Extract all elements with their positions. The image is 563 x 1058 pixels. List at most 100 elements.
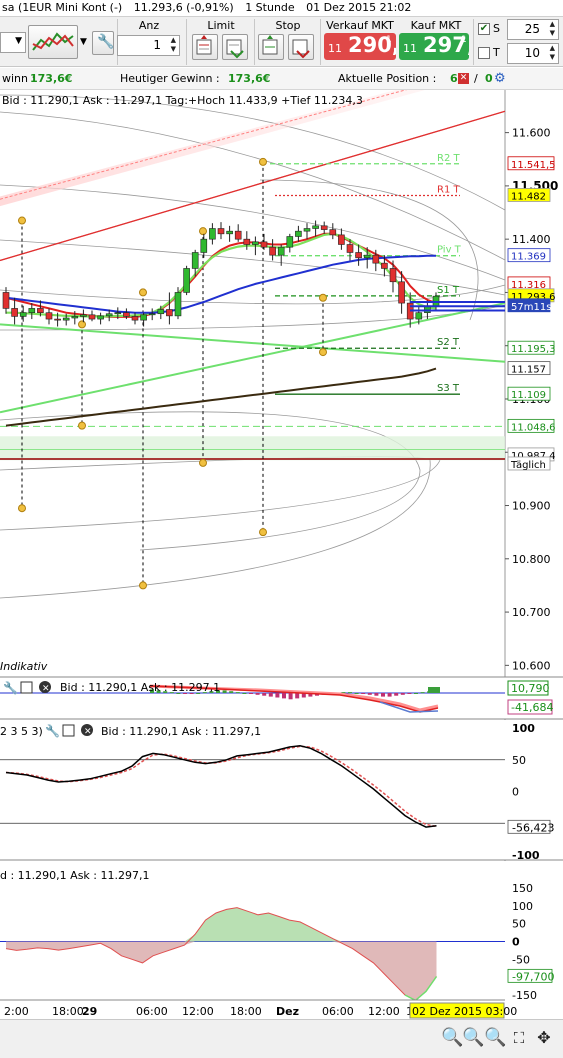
macd-histogram-bar [374, 693, 379, 696]
time-tick-label: 06:00 [136, 1005, 168, 1018]
time-axis[interactable]: 2:0018:002906:0012:0018:00Dez06:0012:001… [0, 999, 563, 1019]
buy-price-pip: 1 [461, 35, 467, 45]
limit-buy-icon [196, 35, 212, 55]
candle-body [372, 254, 380, 264]
macd-tag-bottom: -41,684 [511, 701, 553, 714]
candle-body [252, 241, 259, 245]
bottom-toolbar: 🔍 🔍 🔍 ⛶ ✥ [0, 1019, 563, 1058]
limit-buy-button[interactable] [192, 34, 218, 60]
stoch-tick-label: -100 [512, 849, 540, 862]
time-tick-label: 12:00 [368, 1005, 400, 1018]
zoom-fit-icon[interactable]: 🔍 [462, 1028, 484, 1050]
stepper-arrows-icon[interactable]: ▲ ▼ [550, 44, 555, 62]
instrument-dropdown[interactable]: ▼ [0, 32, 26, 53]
candle-body [355, 252, 362, 259]
stoch-tick-label: 0 [512, 786, 519, 799]
stop-buy-button[interactable] [258, 34, 284, 60]
candle-body [320, 225, 328, 230]
chart-type-button[interactable] [28, 25, 78, 59]
limit-label: Limit [207, 19, 235, 32]
candle-body [226, 230, 233, 235]
price-tag-text: 57m11s [511, 302, 551, 313]
fullscreen-icon[interactable]: ⛶ [508, 1028, 530, 1050]
price-axis[interactable] [505, 90, 563, 676]
macd-histogram-bar [428, 687, 432, 693]
y-tick-label: 10.700 [512, 606, 551, 619]
candle-body [277, 246, 285, 256]
oscillator-panel[interactable]: d : 11.290,1 Ask : 11.297,1 150 100 50 0 -50… [0, 861, 563, 1009]
y-tick-label: 10.600 [512, 659, 551, 672]
anz-value: 1 [153, 38, 161, 52]
s-checkbox[interactable]: ✔ [478, 23, 490, 35]
macd-histogram-bar [275, 693, 280, 698]
macd-histogram-bar [229, 691, 234, 693]
s-value-stepper[interactable]: 25 ▲ ▼ [507, 19, 559, 40]
svg-text:✕: ✕ [42, 684, 50, 694]
time-tick-label: 18:00 [230, 1005, 262, 1018]
candle-body [234, 230, 242, 240]
chart-area[interactable]: R2 TR1 TPiv TS1 TS2 TS3 T11.60011.50011.… [0, 90, 563, 1019]
t-checkbox[interactable] [478, 47, 490, 59]
instrument-name: sa (1EUR Mini Kont (-) [2, 1, 123, 14]
candle-body [148, 313, 156, 316]
candle-body [286, 236, 294, 248]
fib-marker [18, 504, 26, 513]
s-value: 25 [524, 22, 540, 36]
y-tick-label: 11.400 [512, 233, 551, 246]
pivot-label-r2: R2 T [437, 153, 460, 164]
t-value-stepper[interactable]: 10 ▲ ▼ [507, 43, 559, 64]
macd-histogram-bar [295, 693, 300, 699]
fib-marker [78, 320, 86, 329]
candle-body [312, 225, 319, 229]
macd-histogram-bar [432, 687, 436, 693]
zoom-in-icon[interactable]: 🔍 [441, 1028, 463, 1050]
wrench-icon[interactable]: 🔧 [3, 680, 18, 695]
chart-type-icon [32, 32, 74, 51]
candle-body [381, 262, 388, 269]
candle-body [303, 228, 311, 232]
time-tick-label: 2:00 [4, 1005, 29, 1018]
maximize-icon[interactable] [62, 724, 75, 737]
macd-panel[interactable]: 🔧 ✕ Bid : 11.290,1 Ask : 11.297,1 10,790… [0, 676, 563, 720]
anz-quantity-stepper[interactable]: 1 ▲ ▼ [117, 35, 180, 56]
candle-body [157, 309, 165, 315]
candle-body [389, 268, 397, 283]
stepper-arrows-icon[interactable]: ▲ ▼ [171, 36, 176, 54]
wrench-icon[interactable]: 🔧 [45, 723, 60, 738]
candle-body [363, 254, 371, 259]
stoch-tick-label: -56,423 [512, 821, 554, 834]
today-gain-value: 173,6€ [228, 72, 271, 85]
candle-body [191, 252, 199, 269]
sell-market-button[interactable]: 11 290, 1 [324, 33, 396, 60]
svg-text:✕: ✕ [84, 727, 92, 737]
pivot-label-piv: Piv T [437, 245, 462, 256]
move-icon[interactable]: ✥ [533, 1028, 555, 1050]
candle-body [37, 308, 44, 313]
pivot-label-s1: S1 T [437, 285, 460, 296]
interval-label[interactable]: 1 Stunde [245, 1, 294, 14]
chevron-down-icon[interactable]: ▼ [80, 37, 87, 47]
candle-body [80, 314, 87, 317]
buy-market-button[interactable]: 11 297, 1 [399, 33, 469, 60]
stoch-tick-label: 100 [512, 722, 535, 735]
stepper-arrows-icon[interactable]: ▲ ▼ [550, 20, 555, 38]
position-second-value: 0 [485, 72, 493, 85]
close-position-icon[interactable]: ✕ [458, 73, 469, 84]
stoch-header-prefix: 2 3 5 3) [0, 725, 43, 738]
macd-histogram-bar [235, 692, 240, 694]
stochastic-panel[interactable]: 2 3 5 3) 🔧 ✕ Bid : 11.290,1 Ask : 11.297… [0, 720, 563, 862]
cursor-time-label: 02 Dez 2015 03:00 [412, 1005, 517, 1018]
stop-sell-button[interactable] [288, 34, 314, 60]
time-tick-label: 06:00 [322, 1005, 354, 1018]
maximize-icon[interactable] [20, 681, 33, 694]
limit-sell-button[interactable] [222, 34, 248, 60]
account-info-bar: winn : 173,6€ Heutiger Gewinn : 173,6€ A… [0, 68, 563, 90]
macd-histogram-bar [381, 693, 385, 697]
candle-body [269, 246, 276, 256]
gear-icon[interactable]: ⚙ [494, 68, 506, 90]
total-gain-value: 173,6€ [30, 72, 73, 85]
window-titlebar: sa (1EUR Mini Kont (-) 11.293,6 (-0,91%)… [0, 0, 563, 17]
zoom-out-icon[interactable]: 🔍 [484, 1028, 506, 1050]
wrench-button[interactable]: 🔧 [92, 31, 114, 55]
price-tag-text: 11.109 [511, 390, 546, 401]
